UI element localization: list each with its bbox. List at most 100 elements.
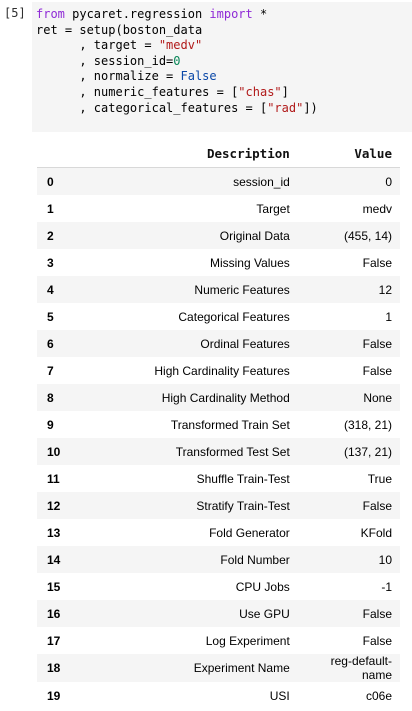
row-value: 1	[385, 309, 392, 324]
row-index: 17	[47, 633, 61, 648]
row-description: Transformed Test Set	[175, 444, 290, 459]
row-value: 0	[385, 174, 392, 189]
row-index: 14	[47, 552, 61, 567]
table-row: 8 High Cardinality Method None	[37, 384, 400, 411]
row-description: Fold Generator	[209, 525, 290, 540]
code-numeric-suffix: ]	[281, 84, 289, 99]
code-categorical-prefix: , categorical_features = [	[36, 100, 268, 115]
row-index: 13	[47, 525, 61, 540]
code-normalize-prefix: , normalize =	[36, 69, 181, 84]
row-description: Fold Number	[220, 552, 290, 567]
row-value: -1	[381, 579, 392, 594]
row-value: (137, 21)	[343, 444, 392, 459]
table-row: 18 Experiment Name reg-default-name	[37, 654, 400, 682]
row-value: False	[362, 606, 392, 621]
table-row: 17 Log Experiment False	[37, 627, 400, 654]
row-value: 10	[378, 552, 392, 567]
code-categorical-suffix: ])	[303, 100, 318, 115]
row-index: 7	[47, 363, 54, 378]
code-categorical-value: "rad"	[267, 100, 304, 115]
table-row: 12 Stratify Train-Test False	[37, 492, 400, 519]
row-value: False	[362, 633, 392, 648]
row-index: 16	[47, 606, 61, 621]
row-index: 3	[47, 255, 54, 270]
table-row: 11 Shuffle Train-Test True	[37, 465, 400, 492]
row-index: 10	[47, 444, 61, 459]
table-row: 14 Fold Number 10	[37, 546, 400, 573]
row-description: CPU Jobs	[235, 579, 290, 594]
row-description: Use GPU	[239, 606, 290, 621]
table-row: 2 Original Data (455, 14)	[37, 222, 400, 249]
notebook-cell: [5] from pycaret.regression import * ret…	[0, 0, 412, 711]
row-index: 8	[47, 390, 54, 405]
code-normalize-value: False	[180, 69, 217, 84]
row-description: Log Experiment	[205, 633, 290, 648]
code-target-value: "medv"	[158, 38, 203, 53]
row-value: False	[362, 336, 392, 351]
code-numeric-value: "chas"	[238, 84, 282, 99]
table-row: 0 session_id 0	[37, 167, 400, 195]
code-block[interactable]: from pycaret.regression import * ret = s…	[32, 2, 412, 116]
table-row: 5 Categorical Features 1	[37, 303, 400, 330]
row-index: 19	[47, 688, 61, 703]
row-description: Original Data	[219, 228, 290, 243]
row-value: reg-default-name	[330, 654, 392, 682]
cell-prompt: [5]	[4, 6, 26, 20]
table-row: 10 Transformed Test Set (137, 21)	[37, 438, 400, 465]
row-description: Numeric Features	[194, 282, 290, 297]
row-description: Stratify Train-Test	[196, 498, 290, 513]
row-index: 9	[47, 417, 54, 432]
code-numeric-prefix: , numeric_features = [	[36, 84, 239, 99]
index-header	[37, 140, 94, 168]
value-header: Value	[297, 140, 400, 168]
table-row: 9 Transformed Train Set (318, 21)	[37, 411, 400, 438]
setup-output-table: Description Value 0 session_id 0 1 Target med…	[37, 140, 400, 709]
row-value: True	[367, 471, 392, 486]
row-index: 18	[47, 661, 61, 675]
code-keyword-import: import	[209, 7, 253, 21]
code-keyword-from: from	[36, 7, 65, 21]
table-row: 3 Missing Values False	[37, 249, 400, 276]
code-session-value: 0	[173, 53, 181, 68]
table-header-row: Description Value	[37, 140, 400, 168]
table-body: 0 session_id 0 1 Target medv 2 Original Data (45…	[37, 167, 400, 709]
code-editor[interactable]: from pycaret.regression import * ret = s…	[32, 2, 412, 132]
table-row: 13 Fold Generator KFold	[37, 519, 400, 546]
row-value: (455, 14)	[343, 228, 392, 243]
row-description: High Cardinality Features	[154, 363, 290, 378]
row-description: Missing Values	[209, 255, 290, 270]
row-description: Shuffle Train-Test	[196, 471, 290, 486]
table-row: 19 USI c06e	[37, 682, 400, 709]
row-value: c06e	[365, 688, 392, 703]
row-index: 1	[47, 201, 54, 216]
table-row: 15 CPU Jobs -1	[37, 573, 400, 600]
code-session-prefix: , session_id=	[36, 53, 174, 68]
row-value: False	[362, 255, 392, 270]
row-index: 2	[47, 228, 54, 243]
row-value: (318, 21)	[343, 417, 392, 432]
row-value: 12	[378, 282, 392, 297]
table-row: 6 Ordinal Features False	[37, 330, 400, 357]
row-index: 15	[47, 579, 61, 594]
row-description: Categorical Features	[178, 309, 290, 324]
row-value: None	[363, 390, 392, 405]
table-row: 4 Numeric Features 12	[37, 276, 400, 303]
row-description: USI	[269, 688, 290, 703]
table-row: 7 High Cardinality Features False	[37, 357, 400, 384]
row-value: False	[362, 363, 392, 378]
table-row: 1 Target medv	[37, 195, 400, 222]
row-description: Ordinal Features	[200, 336, 290, 351]
row-description: Target	[256, 201, 290, 216]
row-description: Experiment Name	[193, 661, 290, 675]
code-line-setup: ret = setup(boston_data	[36, 22, 203, 37]
row-value: medv	[362, 201, 392, 216]
row-index: 0	[47, 174, 54, 189]
row-description: High Cardinality Method	[161, 390, 290, 405]
description-header: Description	[93, 140, 298, 168]
code-target-prefix: , target =	[36, 38, 159, 53]
row-description: session_id	[233, 174, 290, 189]
row-index: 12	[47, 498, 61, 513]
row-index: 5	[47, 309, 54, 324]
row-index: 11	[47, 471, 60, 486]
row-index: 6	[47, 336, 54, 351]
